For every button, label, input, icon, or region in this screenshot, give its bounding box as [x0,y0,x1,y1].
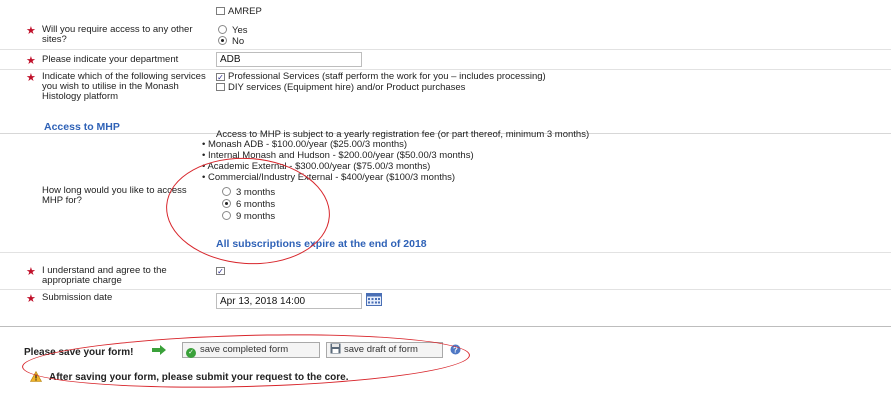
footer-divider [0,326,891,327]
radio-no-label: No [232,36,245,47]
checkbox-professional-services[interactable]: ✓ [216,73,225,82]
service-professional-row[interactable]: ✓ Professional Services (staff perform th… [216,71,546,82]
agree-label: I understand and agree to the appropriat… [42,265,167,286]
radio-9-months[interactable] [222,211,231,220]
fee-item: • Academic External - $300.00/year ($75.… [202,161,431,172]
services-label: Indicate which of the following services… [42,71,206,102]
save-completed-button[interactable]: ✓ save completed form [182,342,320,358]
radio-yes-row[interactable]: Yes [218,25,248,36]
annotation-ellipse [21,329,471,393]
service-professional-label: Professional Services (staff perform the… [228,71,546,82]
radio-3-months-row[interactable]: 3 months [222,187,275,198]
arrow-right-icon [151,344,167,356]
fee-item: • Internal Monash and Hudson - $200.00/y… [202,150,474,161]
required-star-icon: ★ [26,293,36,305]
divider [0,252,891,253]
divider [0,69,891,70]
fee-item: • Monash ADB - $100.00/year ($25.00/3 mo… [202,139,408,150]
checkbox-amrep-label: AMREP [228,6,262,17]
radio-no[interactable] [218,36,227,45]
required-star-icon: ★ [26,25,36,37]
save-completed-label: save completed form [200,344,289,355]
required-star-icon: ★ [26,266,36,278]
submission-date-label: Submission date [42,292,113,303]
duration-label: How long would you like to access MHP fo… [42,185,187,206]
radio-3-months[interactable] [222,187,231,196]
radio-9-months-row[interactable]: 9 months [222,211,275,222]
save-draft-button[interactable]: save draft of form [326,342,443,358]
help-icon[interactable]: ? [450,344,461,355]
agree-checkbox-row[interactable]: ✓ [216,265,228,276]
calendar-icon[interactable] [366,292,382,306]
floppy-disk-icon [330,343,341,359]
fee-item: • Commercial/Industry External - $400/ye… [202,172,456,183]
service-diy-label: DIY services (Equipment hire) and/or Pro… [228,82,466,93]
warning-text: After saving your form, please submit yo… [49,372,349,383]
department-input[interactable] [216,52,362,67]
radio-6-months[interactable] [222,199,231,208]
fee-list: • Monash ADB - $100.00/year ($25.00/3 mo… [202,139,474,183]
radio-6-months-label: 6 months [236,199,276,210]
save-prompt: Please save your form! [24,347,134,358]
warning-icon [29,370,43,382]
check-circle-icon: ✓ [186,348,196,358]
service-diy-row[interactable]: DIY services (Equipment hire) and/or Pro… [216,82,465,93]
expiry-note: All subscriptions expire at the end of 2… [216,238,427,250]
submission-date-input[interactable] [216,293,362,309]
svg-text:?: ? [453,345,458,354]
radio-9-months-label: 9 months [236,211,276,222]
required-star-icon: ★ [26,55,36,67]
radio-no-row[interactable]: No [218,36,244,47]
divider [0,289,891,290]
checkbox-amrep[interactable] [216,7,225,15]
checkbox-amrep-row[interactable]: AMREP [216,6,262,17]
radio-yes[interactable] [218,25,227,34]
radio-yes-label: Yes [232,25,248,36]
checkbox-diy-services[interactable] [216,83,225,91]
checkbox-agree[interactable]: ✓ [216,267,225,276]
department-label: Please indicate your department [42,54,179,65]
radio-3-months-label: 3 months [236,187,276,198]
other-sites-label: Will you require access to any other sit… [42,24,193,45]
required-star-icon: ★ [26,72,36,84]
radio-6-months-row[interactable]: 6 months [222,199,275,210]
save-draft-label: save draft of form [344,344,418,355]
divider [0,49,891,50]
section-title-access: Access to MHP [44,121,120,133]
